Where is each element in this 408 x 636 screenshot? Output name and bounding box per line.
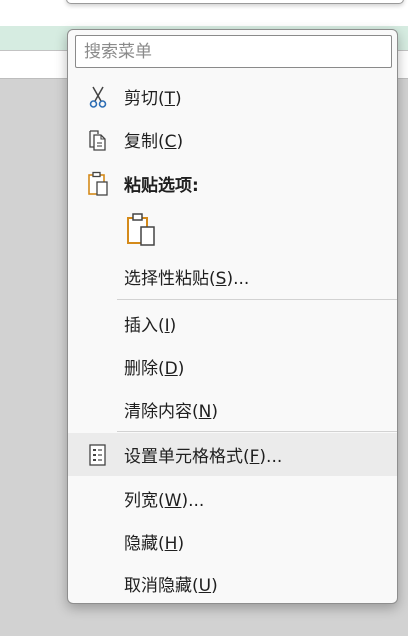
paste-options-header: 粘贴选项: xyxy=(68,162,397,205)
paste-options-label: 粘贴选项: xyxy=(124,176,199,196)
menu-item-delete[interactable]: 删除(D) xyxy=(68,345,397,388)
menu-item-unhide[interactable]: 取消隐藏(U) xyxy=(68,562,397,605)
menu-item-label: 列宽(W)... xyxy=(124,491,205,511)
menu-separator xyxy=(117,299,397,300)
menu-item-label: 隐藏(H) xyxy=(124,534,185,554)
paste-option-button[interactable] xyxy=(124,213,160,251)
menu-item-insert[interactable]: 插入(I) xyxy=(68,302,397,345)
menu-item-label: 剪切(T) xyxy=(124,89,182,109)
context-menu: 剪切(T) 复制(C) 粘贴选项: xyxy=(67,29,398,604)
menu-search-input[interactable] xyxy=(75,35,392,68)
previous-popup-edge xyxy=(66,0,404,4)
format-cells-icon xyxy=(84,441,112,469)
menu-item-label: 清除内容(N) xyxy=(124,402,218,422)
menu-item-label: 删除(D) xyxy=(124,359,185,379)
menu-item-format-cells[interactable]: 设置单元格格式(F)... xyxy=(68,433,397,476)
menu-separator xyxy=(117,431,397,432)
menu-item-hide[interactable]: 隐藏(H) xyxy=(68,520,397,563)
menu-item-label: 复制(C) xyxy=(124,132,184,152)
menu-item-label: 取消隐藏(U) xyxy=(124,576,218,596)
paste-clipboard-icon xyxy=(125,212,159,252)
menu-item-label: 插入(I) xyxy=(124,316,177,336)
scissors-icon xyxy=(84,83,112,111)
menu-item-paste-special[interactable]: 选择性粘贴(S)... xyxy=(68,255,397,298)
menu-item-cut[interactable]: 剪切(T) xyxy=(68,75,397,118)
clipboard-icon xyxy=(84,170,112,198)
copy-icon xyxy=(84,126,112,154)
menu-item-label: 设置单元格格式(F)... xyxy=(124,447,283,467)
menu-item-clear-contents[interactable]: 清除内容(N) xyxy=(68,388,397,431)
menu-item-column-width[interactable]: 列宽(W)... xyxy=(68,477,397,520)
menu-item-copy[interactable]: 复制(C) xyxy=(68,118,397,161)
menu-item-label: 选择性粘贴(S)... xyxy=(124,269,250,289)
